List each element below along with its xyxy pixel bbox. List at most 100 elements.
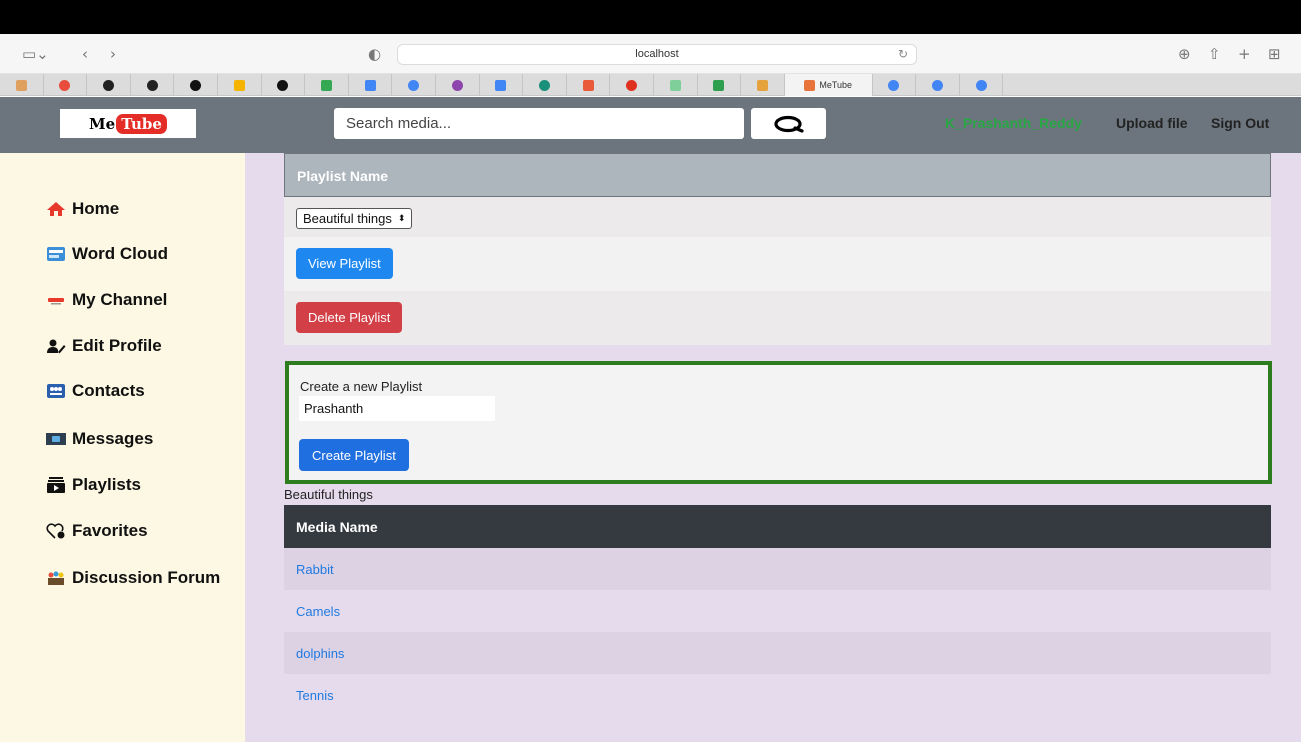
tab-favicon-icon <box>146 79 158 91</box>
tab[interactable] <box>567 74 611 96</box>
back-icon[interactable]: ‹ <box>82 45 88 63</box>
tab[interactable] <box>305 74 349 96</box>
sidebar-item-playlists[interactable]: Playlists <box>46 475 141 495</box>
word-cloud-icon <box>46 246 66 262</box>
search-button[interactable] <box>751 108 826 139</box>
tab-favicon-icon <box>756 79 768 91</box>
tab[interactable] <box>741 74 785 96</box>
channel-icon <box>46 292 66 308</box>
tab-favicon-icon <box>713 79 725 91</box>
table-row: Rabbit <box>284 548 1271 590</box>
new-tab-icon[interactable]: + <box>1238 45 1251 63</box>
media-table: Media Name Rabbit Camels dolphins Tennis <box>284 505 1271 716</box>
media-link[interactable]: dolphins <box>296 646 344 661</box>
tab[interactable] <box>480 74 524 96</box>
sidebar-item-home[interactable]: Home <box>46 199 119 219</box>
tab-favicon-icon <box>538 79 550 91</box>
drive-icon <box>233 79 245 91</box>
create-playlist-button[interactable]: Create Playlist <box>299 439 409 471</box>
sidebar-item-label: Favorites <box>72 521 148 540</box>
tab[interactable] <box>654 74 698 96</box>
tab[interactable] <box>262 74 306 96</box>
username-link[interactable]: K_Prashanth_Reddy <box>945 115 1082 131</box>
tab-favicon-icon <box>582 79 594 91</box>
docs-icon <box>364 79 376 91</box>
table-row: dolphins <box>284 632 1271 674</box>
table-row: Camels <box>284 590 1271 632</box>
tab[interactable] <box>960 74 1004 96</box>
sidebar-item-favorites[interactable]: Favorites <box>46 521 148 541</box>
playlist-select[interactable]: Beautiful things ⬍ <box>296 208 413 229</box>
media-link[interactable]: Camels <box>296 604 340 619</box>
tab-favicon-icon <box>669 79 681 91</box>
upload-file-link[interactable]: Upload file <box>1116 115 1188 131</box>
tab[interactable] <box>0 74 44 96</box>
tab-favicon-icon <box>102 79 114 91</box>
address-bar[interactable]: localhost ↻ <box>397 44 917 65</box>
google-icon <box>932 79 944 91</box>
sidebar-item-word-cloud[interactable]: Word Cloud <box>46 244 168 264</box>
tab[interactable] <box>218 74 262 96</box>
view-playlist-button[interactable]: View Playlist <box>296 248 393 279</box>
active-tab-title: MeTube <box>819 80 853 90</box>
forum-icon <box>46 570 66 586</box>
tab-active[interactable]: MeTube <box>784 74 873 96</box>
tab[interactable] <box>392 74 436 96</box>
reload-icon[interactable]: ↻ <box>898 45 908 64</box>
playlist-table-header: Playlist Name <box>284 153 1271 197</box>
share-icon[interactable]: ⇧ <box>1208 45 1221 63</box>
github-icon <box>190 79 202 91</box>
system-top-bar <box>0 0 1301 34</box>
playlist-select-row: Beautiful things ⬍ <box>284 197 1271 237</box>
tab-favicon-icon <box>626 79 638 91</box>
sidebar-item-label: Messages <box>72 429 154 448</box>
messages-icon <box>46 431 66 447</box>
google-icon <box>408 79 420 91</box>
select-arrows-icon: ⬍ <box>397 213 406 224</box>
table-row: Tennis <box>284 674 1271 716</box>
search-icon <box>773 115 804 133</box>
tab[interactable] <box>44 74 88 96</box>
metube-logo[interactable]: Me Tube <box>60 109 196 138</box>
download-icon[interactable]: ⊕ <box>1178 45 1191 63</box>
playlist-table: Playlist Name Beautiful things ⬍ View Pl… <box>284 153 1271 345</box>
tab[interactable] <box>87 74 131 96</box>
search-input[interactable] <box>334 108 744 139</box>
delete-playlist-button[interactable]: Delete Playlist <box>296 302 403 333</box>
contacts-icon <box>46 383 66 399</box>
tab[interactable] <box>174 74 218 96</box>
tab[interactable] <box>873 74 917 96</box>
logo-tube: Tube <box>116 113 167 134</box>
tab-overview-icon[interactable]: ⊞ <box>1268 45 1281 63</box>
tab-favicon-icon <box>451 79 463 91</box>
favorites-icon <box>46 523 66 539</box>
media-link[interactable]: Tennis <box>296 688 334 703</box>
forward-icon[interactable]: › <box>110 45 116 63</box>
media-link[interactable]: Rabbit <box>296 562 334 577</box>
sidebar-item-discussion-forum[interactable]: Discussion Forum <box>46 568 220 588</box>
tab[interactable] <box>131 74 175 96</box>
sign-out-link[interactable]: Sign Out <box>1211 115 1269 131</box>
new-playlist-name-input[interactable] <box>299 396 495 421</box>
tab-favicon-icon <box>15 79 27 91</box>
github-icon <box>277 79 289 91</box>
tab[interactable] <box>436 74 480 96</box>
tab[interactable] <box>610 74 654 96</box>
tab[interactable] <box>916 74 960 96</box>
sidebar-toggle-icon[interactable]: ▭⌄ <box>22 45 49 63</box>
tab[interactable] <box>698 74 742 96</box>
tab[interactable] <box>349 74 393 96</box>
address-text: localhost <box>635 48 679 60</box>
sidebar-item-edit-profile[interactable]: Edit Profile <box>46 336 162 356</box>
tab[interactable] <box>523 74 567 96</box>
sidebar-item-label: My Channel <box>72 290 168 309</box>
sidebar-item-label: Playlists <box>72 475 141 494</box>
logo-me: Me <box>89 114 116 133</box>
sidebar-item-label: Discussion Forum <box>72 568 221 587</box>
sidebar-item-contacts[interactable]: Contacts <box>46 381 145 401</box>
browser-toolbar: ▭⌄ ‹ › ◐ localhost ↻ ⊕ ⇧ + ⊞ <box>0 34 1301 74</box>
privacy-shield-icon[interactable]: ◐ <box>368 45 381 63</box>
app-header: MeTube K_Prashanth_Reddy Upload file Sig… <box>0 97 1301 153</box>
sidebar-item-messages[interactable]: Messages <box>46 429 153 449</box>
sidebar-item-my-channel[interactable]: My Channel <box>46 290 167 310</box>
